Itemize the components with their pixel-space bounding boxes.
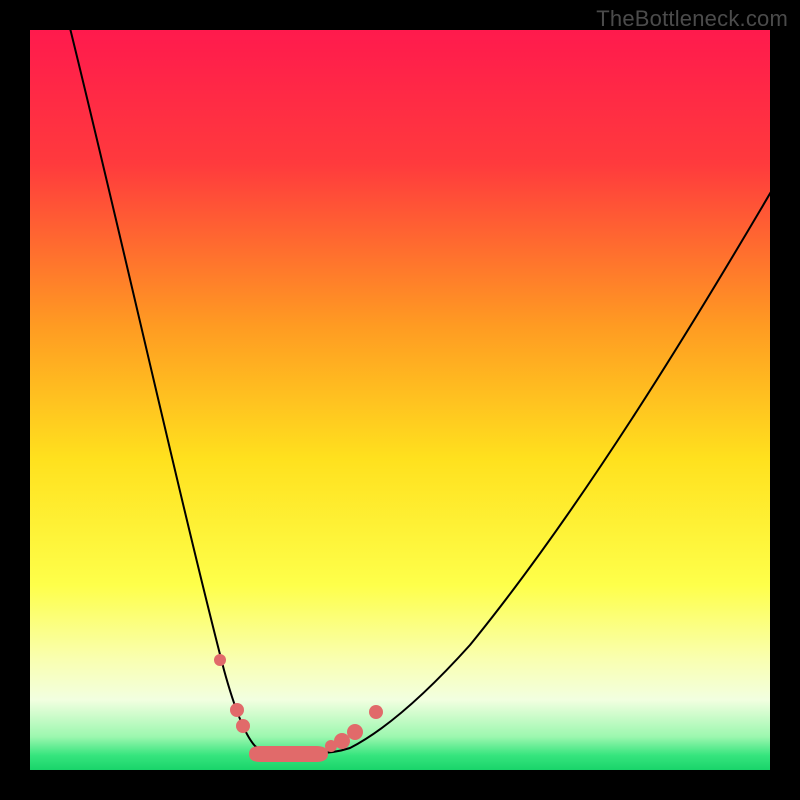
valley-blob-group: [249, 746, 328, 762]
outer-frame: TheBottleneck.com: [0, 0, 800, 800]
marker-4: [334, 733, 350, 749]
chart-svg: [30, 30, 770, 770]
marker-1: [230, 703, 244, 717]
plot-area: [30, 30, 770, 770]
marker-6: [369, 705, 383, 719]
marker-0: [214, 654, 226, 666]
chart-background: [30, 30, 770, 770]
marker-2: [236, 719, 250, 733]
watermark-text: TheBottleneck.com: [596, 6, 788, 32]
valley-blob: [249, 746, 328, 762]
marker-5: [347, 724, 363, 740]
